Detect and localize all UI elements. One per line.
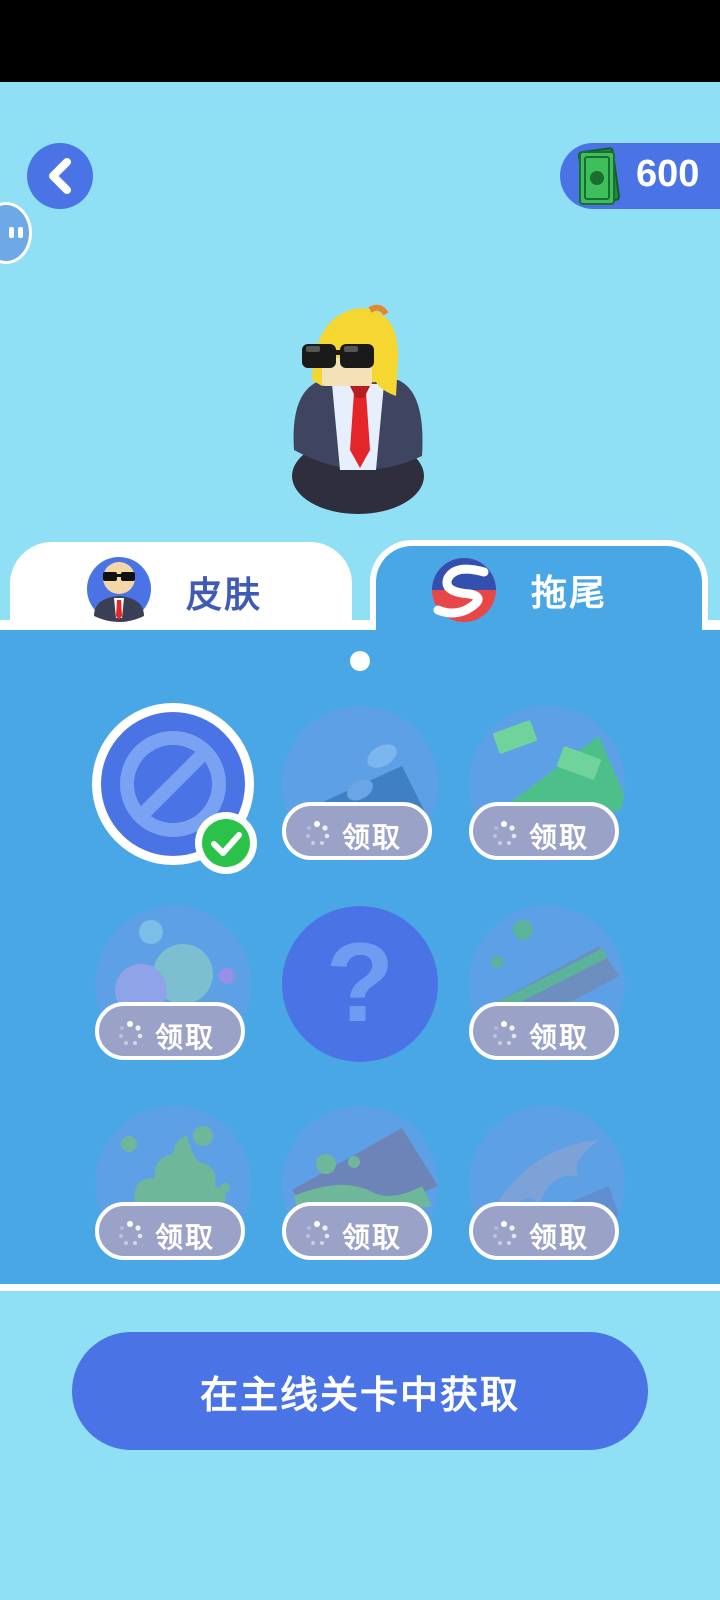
panel-divider <box>0 1284 720 1291</box>
claim-label: 领取 <box>342 1221 403 1254</box>
character-preview <box>292 304 424 514</box>
claim-button[interactable]: 领取 <box>469 1202 619 1260</box>
claim-label: 领取 <box>529 821 590 854</box>
back-button[interactable] <box>27 143 93 209</box>
cta-label: 在主线关卡中获取 <box>199 1372 520 1417</box>
claim-label: 领取 <box>529 1221 590 1254</box>
claim-button[interactable]: 领取 <box>95 1002 245 1060</box>
skin-avatar-icon <box>87 557 151 622</box>
currency-display: 600 <box>560 143 720 209</box>
trail-item-ribbon[interactable]: 领取 <box>469 906 625 1062</box>
claim-label: 领取 <box>529 1021 590 1054</box>
question-mark-icon: ? <box>325 920 395 1045</box>
status-bar <box>0 0 720 82</box>
claim-button[interactable]: 领取 <box>469 802 619 860</box>
trail-item-slime[interactable]: 领取 <box>282 1106 438 1262</box>
loading-spinner-icon <box>306 821 330 845</box>
loading-spinner-icon <box>119 1021 143 1045</box>
chevron-left-icon <box>49 158 71 194</box>
trail-item-bubbles[interactable]: 领取 <box>95 906 251 1062</box>
loading-spinner-icon <box>306 1221 330 1245</box>
trail-s-icon <box>432 558 496 622</box>
page-indicator-dot <box>350 651 370 671</box>
claim-button[interactable]: 领取 <box>282 802 432 860</box>
claim-label: 领取 <box>342 821 403 854</box>
claim-label: 领取 <box>155 1221 216 1254</box>
claim-label: 领取 <box>155 1021 216 1054</box>
trail-item-mystery[interactable]: ? <box>282 906 438 1062</box>
trail-item-flame[interactable]: 领取 <box>469 1106 625 1262</box>
tab-skin-label: 皮肤 <box>186 575 263 616</box>
side-menu-handle[interactable] <box>0 202 32 264</box>
trail-item-money[interactable]: 领取 <box>469 706 625 862</box>
cash-icon <box>577 147 621 205</box>
get-in-main-levels-button[interactable]: 在主线关卡中获取 <box>72 1332 648 1450</box>
loading-spinner-icon <box>493 821 517 845</box>
pause-bar-left <box>9 227 14 238</box>
loading-spinner-icon <box>493 1021 517 1045</box>
tab-trail[interactable]: 拖尾 <box>370 540 708 636</box>
trail-item-disc: ? <box>282 906 438 1062</box>
claim-button[interactable]: 领取 <box>469 1002 619 1060</box>
trail-item-poop[interactable]: 领取 <box>95 1106 251 1262</box>
loading-spinner-icon <box>493 1221 517 1245</box>
trail-item-footprints[interactable]: 领取 <box>282 706 438 862</box>
trail-item-none[interactable] <box>92 703 257 874</box>
claim-button[interactable]: 领取 <box>282 1202 432 1260</box>
loading-spinner-icon <box>119 1221 143 1245</box>
claim-button[interactable]: 领取 <box>95 1202 245 1260</box>
tab-trail-label: 拖尾 <box>531 573 608 614</box>
check-icon <box>202 819 250 867</box>
pause-bar-right <box>18 227 23 238</box>
tab-skin[interactable]: 皮肤 <box>10 542 352 638</box>
currency-amount: 600 <box>636 153 700 195</box>
selected-badge <box>195 812 257 874</box>
